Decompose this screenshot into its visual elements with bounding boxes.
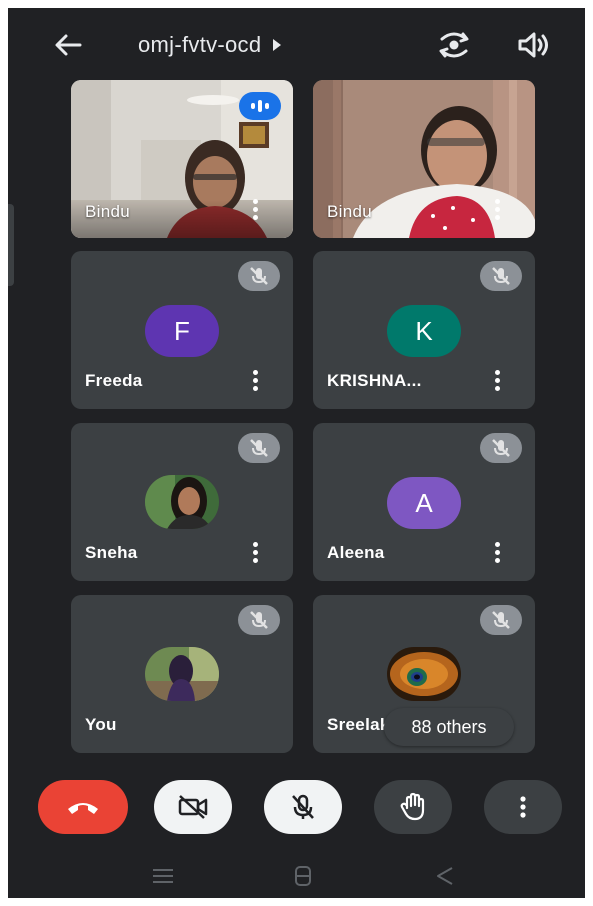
home-button[interactable] xyxy=(288,864,318,888)
speaker-icon xyxy=(518,32,548,58)
switch-camera-icon xyxy=(439,32,469,58)
participant-tile-sneha[interactable]: Sneha xyxy=(71,423,293,581)
others-button[interactable]: 88 others xyxy=(384,708,514,746)
avatar: A xyxy=(387,477,461,529)
participant-tile-you[interactable]: You xyxy=(71,595,293,753)
audio-level-icon xyxy=(239,92,281,120)
participant-name: Bindu xyxy=(327,202,372,221)
edge-handle[interactable] xyxy=(8,204,14,286)
arrow-back-icon xyxy=(55,34,82,56)
participant-name: Freeda xyxy=(85,371,143,390)
meeting-screen: omj-fvtv-ocd Bindu Bindu F Freeda K KRIS… xyxy=(8,8,585,898)
avatar xyxy=(387,647,461,701)
top-bar: omj-fvtv-ocd xyxy=(8,8,585,80)
more-vert-icon[interactable] xyxy=(493,198,503,222)
participant-name: Sreelak xyxy=(327,715,390,734)
participant-tile-bindu-2[interactable]: Bindu xyxy=(313,80,535,238)
back-nav-button[interactable] xyxy=(430,864,460,888)
mic-off-icon xyxy=(238,433,280,463)
hand-icon xyxy=(400,792,425,821)
more-vert-icon[interactable] xyxy=(251,198,261,222)
mic-off-icon xyxy=(292,794,314,819)
meeting-code: omj-fvtv-ocd xyxy=(138,32,262,57)
home-icon xyxy=(295,866,311,886)
more-vert-icon[interactable] xyxy=(493,369,503,393)
recent-apps-button[interactable] xyxy=(148,864,178,888)
more-vert-icon[interactable] xyxy=(493,541,503,565)
recent-apps-icon xyxy=(153,869,173,883)
participant-tile-aleena[interactable]: A Aleena xyxy=(313,423,535,581)
raise-hand-button[interactable] xyxy=(374,780,452,834)
more-options-button[interactable] xyxy=(484,780,562,834)
avatar xyxy=(145,475,219,529)
more-vert-icon[interactable] xyxy=(251,369,261,393)
more-vert-icon[interactable] xyxy=(251,541,261,565)
avatar: F xyxy=(145,305,219,357)
mic-off-icon xyxy=(480,433,522,463)
mic-off-icon xyxy=(480,261,522,291)
participant-tile-freeda[interactable]: F Freeda xyxy=(71,251,293,409)
participant-name: KRISHNA... xyxy=(327,371,422,390)
microphone-toggle-button[interactable] xyxy=(264,780,342,834)
switch-camera-button[interactable] xyxy=(436,28,472,62)
avatar xyxy=(145,647,219,701)
back-button[interactable] xyxy=(50,30,86,60)
meeting-title-button[interactable]: omj-fvtv-ocd xyxy=(138,30,282,60)
participant-name: Bindu xyxy=(85,202,130,221)
videocam-off-icon xyxy=(178,795,208,819)
system-navigation-bar xyxy=(8,854,585,898)
participant-tile-bindu-1[interactable]: Bindu xyxy=(71,80,293,238)
participant-name: Aleena xyxy=(327,543,385,562)
avatar: K xyxy=(387,305,461,357)
participant-name: Sneha xyxy=(85,543,138,562)
back-nav-icon xyxy=(437,867,453,885)
mic-off-icon xyxy=(238,261,280,291)
mic-off-icon xyxy=(480,605,522,635)
camera-toggle-button[interactable] xyxy=(154,780,232,834)
mic-off-icon xyxy=(238,605,280,635)
end-call-button[interactable] xyxy=(38,780,128,834)
more-vert-icon xyxy=(520,796,526,818)
participant-tile-krishna[interactable]: K KRISHNA... xyxy=(313,251,535,409)
caret-right-icon xyxy=(273,39,282,51)
audio-output-button[interactable] xyxy=(516,30,550,60)
participant-name: You xyxy=(85,715,117,734)
call-end-icon xyxy=(68,803,98,814)
